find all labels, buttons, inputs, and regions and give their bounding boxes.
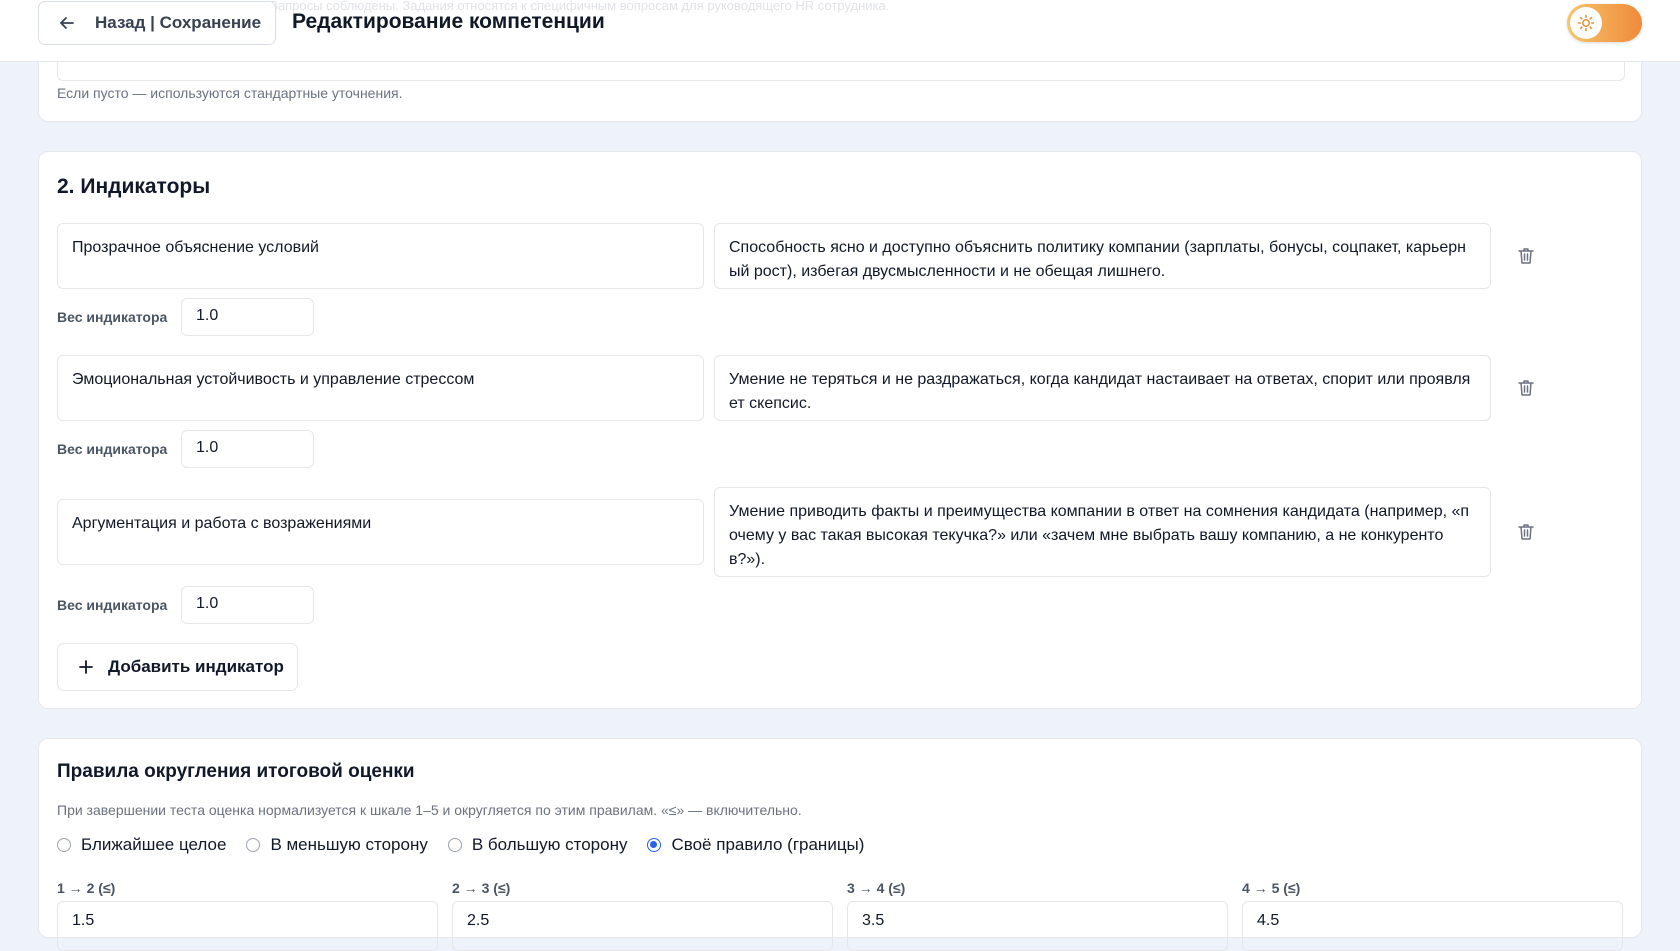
sun-icon (1577, 14, 1595, 32)
indicator-description-field[interactable]: Умение не теряться и не раздражаться, ко… (714, 355, 1491, 421)
radio-dot-selected (647, 838, 662, 852)
trash-icon[interactable] (1516, 246, 1536, 266)
radio-dot (447, 838, 462, 852)
rounding-hint: При завершении теста оценка нормализуетс… (57, 802, 802, 818)
radio-dot (246, 838, 261, 852)
indicator-description-field[interactable]: Умение приводить факты и преимущества ко… (714, 487, 1491, 577)
trash-icon[interactable] (1516, 378, 1536, 398)
radio-floor[interactable]: В меньшую сторону (246, 835, 428, 855)
indicator-name-field[interactable]: Аргументация и работа с возражениями (57, 499, 704, 565)
refinements-hint: Если пусто — используются стандартные ут… (57, 85, 403, 101)
weight-input[interactable]: 1.0 (181, 430, 314, 468)
weight-input[interactable]: 1.0 (181, 298, 314, 336)
indicator-name-field[interactable]: Прозрачное объяснение условий (57, 223, 704, 289)
weight-input[interactable]: 1.0 (181, 586, 314, 624)
toggle-knob (1570, 7, 1602, 39)
bound-label: 4 → 5 (≤) (1242, 880, 1301, 896)
bound-input[interactable]: 4.5 (1242, 901, 1623, 951)
bound-label: 2 → 3 (≤) (452, 880, 511, 896)
indicators-title: 2. Индикаторы (57, 175, 211, 198)
radio-dot (57, 838, 71, 852)
bound-input[interactable]: 2.5 (452, 901, 833, 951)
page-title: Редактирование компетенции (292, 10, 605, 33)
weight-label: Вес индикатора (57, 597, 168, 613)
weight-label: Вес индикатора (57, 309, 168, 325)
back-save-button[interactable]: Назад | Сохранение (38, 1, 276, 45)
indicators-card: 2. Индикаторы Прозрачное объяснение усло… (38, 151, 1642, 709)
rounding-card: Правила округления итоговой оценки При з… (38, 738, 1642, 951)
arrow-left-icon (60, 17, 74, 29)
theme-toggle[interactable] (1567, 4, 1642, 42)
radio-ceil[interactable]: В большую сторону (447, 835, 628, 855)
bound-label: 3 → 4 (≤) (847, 880, 906, 896)
radio-custom[interactable]: Своё правило (границы) (647, 835, 864, 855)
indicator-description-field[interactable]: Способность ясно и доступно объяснить по… (714, 223, 1491, 289)
radio-label: В большую сторону (471, 835, 628, 854)
radio-label: В меньшую сторону (270, 835, 428, 854)
weight-label: Вес индикатора (57, 441, 168, 457)
bound-input[interactable]: 1.5 (57, 901, 438, 951)
rounding-title: Правила округления итоговой оценки (57, 761, 415, 782)
bound-label: 1 → 2 (≤) (57, 880, 116, 896)
plus-icon (79, 660, 93, 674)
add-indicator-label: Добавить индикатор (108, 657, 284, 676)
radio-label: Своё правило (границы) (671, 835, 865, 854)
rounding-options: Ближайшее целое В меньшую сторону В боль… (57, 835, 884, 855)
radio-nearest[interactable]: Ближайшее целое (57, 835, 226, 855)
back-save-label: Назад | Сохранение (95, 13, 262, 32)
refinements-input[interactable] (57, 62, 1625, 81)
radio-label: Ближайшее целое (81, 835, 227, 854)
top-bar: Запросы соблюдены. Задания относятся к с… (0, 0, 1680, 62)
indicator-name-field[interactable]: Эмоциональная устойчивость и управление … (57, 355, 704, 421)
add-indicator-button[interactable]: Добавить индикатор (57, 643, 298, 691)
trash-icon[interactable] (1516, 522, 1536, 542)
bound-input[interactable]: 3.5 (847, 901, 1228, 951)
